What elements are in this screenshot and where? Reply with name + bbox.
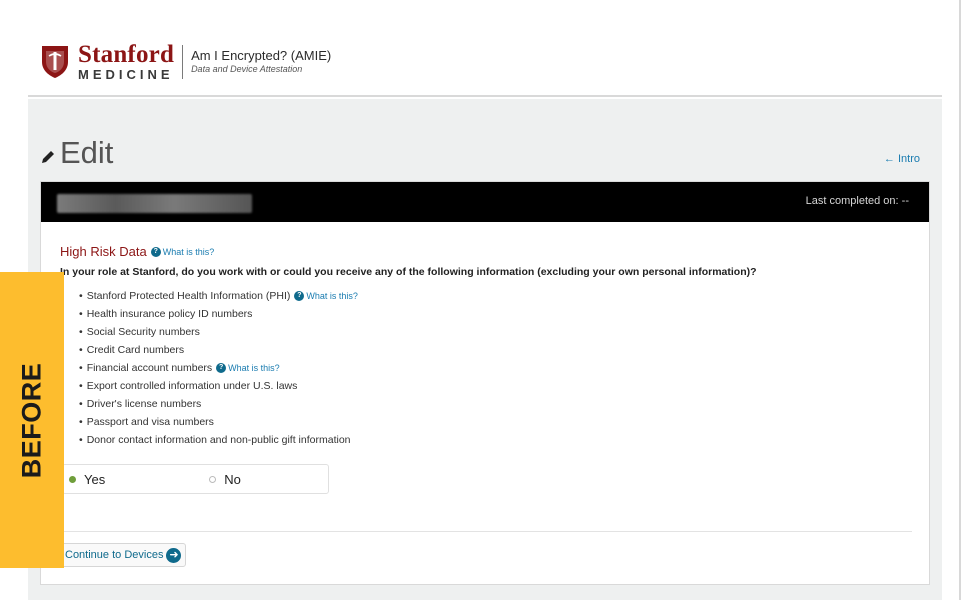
- header-divider: [182, 44, 184, 79]
- app-title: Am I Encrypted? (AMIE): [191, 48, 332, 64]
- card-divider: [61, 531, 912, 532]
- app-subtitle: Data and Device Attestation: [191, 63, 303, 74]
- question-text: In your role at Stanford, do you work wi…: [60, 266, 757, 278]
- radio-yes[interactable]: Yes: [69, 472, 105, 487]
- radio-no[interactable]: No: [209, 472, 241, 487]
- financial-help-link[interactable]: What is this?: [228, 359, 280, 377]
- page-heading: Edit: [40, 135, 113, 171]
- list-item: • Stanford Protected Health Information (…: [79, 287, 358, 305]
- radio-unselected-indicator[interactable]: [209, 475, 217, 483]
- question-circle-icon[interactable]: ?: [294, 291, 305, 301]
- site-header: Stanford MEDICINE Am I Encrypted? (AMIE)…: [28, 0, 942, 97]
- arrow-circle-right-icon: ➜: [166, 547, 182, 563]
- radio-no-label: No: [224, 471, 241, 487]
- phi-help-link[interactable]: What is this?: [306, 287, 358, 305]
- attestation-card: Last completed on: -- High Risk Data ? W…: [40, 181, 930, 585]
- list-item: • Financial account numbers? What is this?: [79, 359, 358, 377]
- main-content: Edit ← Intro Last completed on: -- High …: [28, 99, 942, 600]
- list-item: • Donor contact information and non-publi…: [79, 434, 351, 446]
- before-label: BEFORE: [16, 362, 47, 478]
- last-completed-text: Last completed on: --: [805, 195, 909, 207]
- yes-no-radio-group: Yes No: [62, 464, 329, 494]
- question-circle-icon[interactable]: ?: [150, 246, 161, 257]
- brand-wordmark: Stanford MEDICINE: [78, 42, 174, 81]
- list-item: • Credit Card numbers: [79, 344, 185, 356]
- pencil-icon: [42, 151, 54, 163]
- section-heading: High Risk Data ? What is this?: [60, 244, 214, 259]
- section-help-link[interactable]: What is this?: [163, 247, 215, 257]
- page-title: Edit: [60, 135, 114, 170]
- question-circle-icon[interactable]: ?: [216, 363, 227, 373]
- list-item: • Social Security numbers: [79, 326, 200, 338]
- page-right-border: [959, 0, 961, 600]
- redacted-name: [57, 194, 252, 213]
- list-item: • Driver's license numbers: [79, 398, 202, 410]
- list-item: • Health insurance policy ID numbers: [79, 308, 253, 320]
- continue-to-devices-button[interactable]: Continue to Devices ➜: [61, 543, 187, 567]
- continue-label: Continue to Devices: [65, 549, 164, 561]
- brand-subname: MEDICINE: [78, 67, 174, 82]
- before-label-tag: BEFORE: [0, 272, 64, 568]
- info-type-list: • Stanford Protected Health Information (…: [79, 287, 358, 449]
- stanford-shield-icon: [42, 45, 68, 78]
- logo-group[interactable]: Stanford MEDICINE Am I Encrypted? (AMIE)…: [40, 42, 331, 81]
- radio-selected-indicator[interactable]: [69, 475, 76, 483]
- intro-link[interactable]: ← Intro: [884, 153, 920, 165]
- card-header: Last completed on: --: [41, 182, 929, 222]
- app-title-block: Am I Encrypted? (AMIE) Data and Device A…: [191, 48, 331, 74]
- radio-yes-label: Yes: [84, 471, 106, 487]
- list-item: • Passport and visa numbers: [79, 416, 214, 428]
- section-title: High Risk Data: [60, 244, 147, 259]
- brand-name: Stanford: [78, 41, 175, 68]
- list-item: • Export controlled information under U.S…: [79, 380, 298, 392]
